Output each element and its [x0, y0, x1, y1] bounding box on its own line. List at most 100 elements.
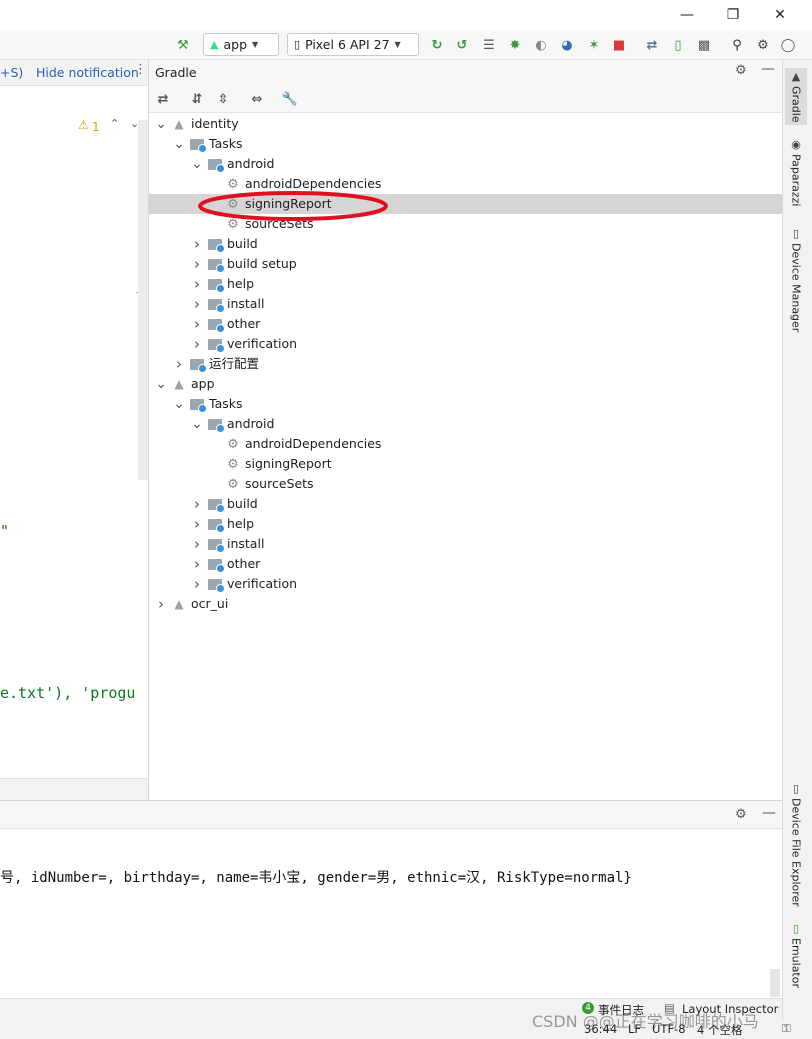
chevron-down-icon[interactable]: ⌄ [155, 374, 167, 394]
build-settings-wrench-icon[interactable]: 🔧 [280, 89, 300, 109]
gradle-tree-item[interactable]: › help [149, 514, 782, 534]
chevron-right-icon[interactable]: › [191, 334, 203, 354]
tab-emulator[interactable]: ▯ Emulator [785, 922, 807, 988]
tree-item-label: signingReport [245, 456, 332, 471]
gradle-tree-item[interactable]: ⚙ signingReport [149, 454, 782, 474]
account-icon[interactable]: ◯ [778, 35, 798, 55]
gradle-tree-item[interactable]: ⌄ Tasks [149, 134, 782, 154]
gradle-tree-item[interactable]: › help [149, 274, 782, 294]
gradle-tree-item[interactable]: › ▲ ocr_ui [149, 594, 782, 614]
chevron-right-icon[interactable]: › [173, 354, 185, 374]
chevron-down-icon[interactable]: ⌄ [191, 414, 203, 434]
toggle-offline-icon[interactable]: ⇔ [247, 89, 267, 109]
run-settings-gear-icon[interactable]: ⚙ [735, 807, 747, 822]
elephant-icon: ▲ [174, 597, 184, 611]
editor-scrollbar[interactable] [138, 120, 148, 480]
gradle-tree-item[interactable]: › verification [149, 334, 782, 354]
folder-icon [207, 294, 225, 314]
folder-icon [207, 234, 225, 254]
gradle-tree-item[interactable]: ⌄ android [149, 414, 782, 434]
hammer-icon[interactable]: ⚒ [173, 35, 193, 55]
gradle-tree-item[interactable]: ⚙ androidDependencies [149, 174, 782, 194]
gradle-tree-item[interactable]: › build setup [149, 254, 782, 274]
hide-panel-icon[interactable]: — [762, 805, 776, 821]
tree-item-label: help [227, 516, 255, 531]
attach-debugger-icon[interactable]: ◐ [531, 35, 551, 55]
stop-icon[interactable]: ■ [609, 35, 629, 55]
chevron-right-icon[interactable]: › [191, 314, 203, 334]
editor-horizontal-scrollbar[interactable] [0, 778, 148, 800]
settings-gear-icon[interactable]: ⚙ [753, 35, 773, 55]
shortcut-fragment: +S) [0, 65, 24, 80]
run-tests-icon[interactable]: ✶ [584, 35, 604, 55]
gradle-tree-item[interactable]: ⌄ ▲ app [149, 374, 782, 394]
chevron-right-icon[interactable]: › [191, 534, 203, 554]
profile-icon[interactable]: ◕ [557, 35, 577, 55]
device-combo[interactable]: ▯ Pixel 6 API 27 ▼ [287, 33, 419, 56]
tab-device-manager[interactable]: ▯ Device Manager [785, 227, 807, 332]
device-manager-icon[interactable]: ▯ [668, 35, 688, 55]
gradle-tree-item[interactable]: › build [149, 234, 782, 254]
sync-gradle-icon[interactable]: ⇄ [642, 35, 662, 55]
hide-panel-icon[interactable]: — [761, 61, 775, 77]
title-bar: — ❐ ✕ [0, 0, 812, 30]
chevron-right-icon[interactable]: › [191, 254, 203, 274]
gradle-tree-item[interactable]: ⚙ sourceSets [149, 474, 782, 494]
chevron-right-icon[interactable]: › [191, 274, 203, 294]
lock-icon[interactable]: ⚿ [782, 1021, 791, 1036]
chevron-right-icon[interactable]: › [155, 594, 167, 614]
chevron-right-icon[interactable]: › [191, 574, 203, 594]
tab-gradle[interactable]: ▲ Gradle [785, 68, 807, 125]
sdk-manager-icon[interactable]: ▩ [694, 35, 714, 55]
chevron-right-icon[interactable]: › [191, 494, 203, 514]
apply-changes-icon[interactable]: ↻ [427, 35, 447, 55]
gradle-settings-gear-icon[interactable]: ⚙ [735, 63, 747, 78]
chevron-down-icon[interactable]: ⌄ [173, 134, 185, 154]
gradle-tree-item[interactable]: ⌄ Tasks [149, 394, 782, 414]
device-label: Pixel 6 API 27 [305, 37, 390, 52]
gradle-tree-item[interactable]: › install [149, 534, 782, 554]
gradle-tree-item[interactable]: ⌄ ▲ identity [149, 114, 782, 134]
minimize-button[interactable]: — [672, 4, 702, 26]
gradle-tree-item[interactable]: › verification [149, 574, 782, 594]
chevron-down-icon[interactable]: ⌄ [173, 394, 185, 414]
gradle-tree-item[interactable]: › build [149, 494, 782, 514]
gradle-tree-item[interactable]: › other [149, 554, 782, 574]
chevron-down-icon[interactable]: ⌄ [191, 154, 203, 174]
gradle-tree-item[interactable]: › 运行配置 [149, 354, 782, 374]
gradle-tree-item[interactable]: › other [149, 314, 782, 334]
tree-item-label: other [227, 316, 261, 331]
gradle-tree-item[interactable]: ⚙ sourceSets [149, 214, 782, 234]
reload-gradle-icon[interactable]: ⇄ [153, 89, 173, 109]
chevron-right-icon[interactable]: › [191, 514, 203, 534]
log-output-line: 号, idNumber=, birthday=, name=韦小宝, gende… [0, 870, 632, 886]
collapse-all-icon[interactable]: ⇳ [213, 89, 233, 109]
tab-paparazzi[interactable]: ◉ Paparazzi [785, 138, 807, 206]
notification-bar: +S) Hide notification [0, 60, 148, 86]
expand-all-icon[interactable]: ⇵ [187, 89, 207, 109]
chevron-down-icon[interactable]: ⌄ [155, 114, 167, 134]
tab-device-file-explorer[interactable]: ▯ Device File Explorer [785, 782, 807, 907]
folder-icon [207, 274, 225, 294]
restore-button[interactable]: ❐ [718, 4, 748, 26]
gradle-toolbar: ⇄ ⇵ ⇳ ⇔ 🔧 [149, 85, 782, 113]
search-icon[interactable]: ⚲ [727, 35, 747, 55]
chevron-right-icon[interactable]: › [191, 294, 203, 314]
previous-highlight-icon[interactable]: ⌃ [110, 117, 119, 130]
run-config-combo[interactable]: ▲ app ▼ [203, 33, 279, 56]
gradle-tree-item[interactable]: › install [149, 294, 782, 314]
logcat-icon[interactable]: ☰ [479, 35, 499, 55]
gradle-tree-item[interactable]: ⌄ android [149, 154, 782, 174]
folder-icon [207, 314, 225, 334]
gradle-tree-item[interactable]: ⚙ signingReport [149, 194, 782, 214]
gradle-tree-item[interactable]: ⚙ androidDependencies [149, 434, 782, 454]
warning-icon[interactable]: ⚠ [78, 118, 89, 132]
chevron-right-icon[interactable]: › [191, 554, 203, 574]
log-scrollbar[interactable] [770, 969, 780, 997]
debug-icon[interactable]: ✸ [505, 35, 525, 55]
close-window-button[interactable]: ✕ [765, 4, 795, 26]
hide-notification-link[interactable]: Hide notification [36, 65, 139, 80]
chevron-right-icon[interactable]: › [191, 234, 203, 254]
more-options-icon[interactable]: ⋮ [134, 62, 147, 77]
apply-code-changes-icon[interactable]: ↺ [452, 35, 472, 55]
